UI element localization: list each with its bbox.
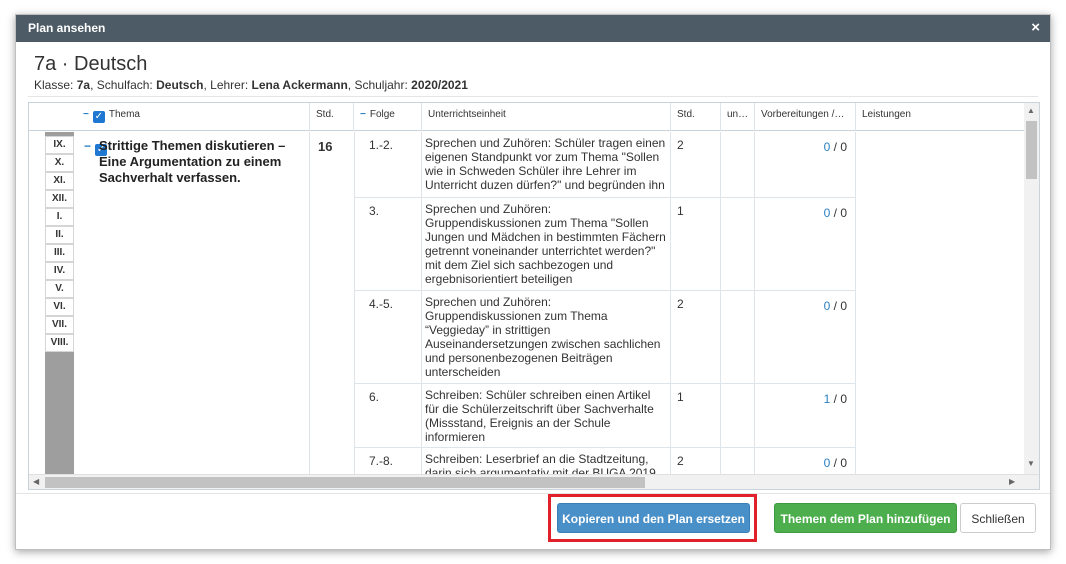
plan-dialog: Plan ansehen × 7a · Deutsch Klasse: 7a, … [15,14,1051,550]
copy-replace-button[interactable]: Kopieren und den Plan ersetzen [557,503,750,533]
header-thema-label: Thema [108,109,140,120]
unterrichtseinheit-cell: Schreiben: Schüler schreiben einen Artik… [422,384,671,447]
table-row[interactable]: 3. Sprechen und Zuhören: Gruppendiskussi… [354,198,856,291]
header-vorbereitungen[interactable]: Vorbereitungen /… [755,103,856,131]
header-un[interactable]: un… [721,103,755,131]
un-cell [721,384,755,447]
checkbox-icon[interactable]: ✓ [92,111,105,123]
folge-cell: 6. [354,384,422,447]
scroll-up-icon[interactable]: ▲ [1027,106,1035,115]
plan-table: − ✓ Thema Std. − Folge Unterrichtseinheit S… [28,102,1040,490]
add-topics-button[interactable]: Themen dem Plan hinzufügen [774,503,957,533]
vorbereitungen-cell: 0 / 0 [755,132,856,197]
header-std-2[interactable]: Std. [671,103,721,131]
unterrichtseinheit-cell: Sprechen und Zuhören: Gruppendiskussione… [422,198,671,290]
klasse-value: 7a [76,78,91,92]
close-icon[interactable]: × [1031,19,1040,36]
month-item[interactable]: XI. [45,172,74,190]
divider [28,96,1038,97]
vorb-total: / 0 [830,140,847,154]
unterrichtseinheit-cell: Sprechen und Zuhören: Schüler tragen ein… [422,132,671,197]
close-button[interactable]: Schließen [960,503,1036,533]
std-cell: 2 [671,291,721,383]
month-item[interactable]: XII. [45,190,74,208]
horizontal-scroll-thumb[interactable] [45,477,645,488]
header-folge-label: Folge [369,109,395,120]
month-item[interactable]: I. [45,208,74,226]
thema-std: 16 [318,139,333,154]
month-item[interactable]: II. [45,226,74,244]
vorb-total: / 0 [830,456,847,470]
header-thema[interactable]: − ✓ Thema [29,103,310,131]
plan-meta: Klasse: 7a, Schulfach: Deutsch, Lehrer: … [34,78,468,92]
month-item[interactable]: VIII. [45,334,74,352]
horizontal-scrollbar[interactable]: ◀ ▶ [29,474,1039,489]
scroll-down-icon[interactable]: ▼ [1027,459,1035,468]
month-item[interactable]: IX. [45,136,74,154]
month-column: IX. X. XI. XII. I. II. III. IV. V. VI. V… [45,132,74,489]
dialog-title: Plan ansehen [28,21,106,35]
month-item[interactable]: III. [45,244,74,262]
table-row[interactable]: 4.-5. Sprechen und Zuhören: Gruppendisku… [354,291,856,384]
vorbereitungen-cell: 1 / 0 [755,384,856,447]
month-item[interactable]: V. [45,280,74,298]
un-cell [721,198,755,290]
thema-title[interactable]: Strittige Themen diskutieren – Eine Argu… [99,138,299,186]
un-cell [721,291,755,383]
collapse-icon[interactable]: − [360,109,366,120]
std-cell: 1 [671,198,721,290]
header-std[interactable]: Std. [310,103,354,131]
header-unterrichtseinheit[interactable]: Unterrichtseinheit [422,103,671,131]
footer-divider [16,493,1050,494]
vorbereitungen-cell: 0 / 0 [755,291,856,383]
schulfach-value: Deutsch [156,78,204,92]
std-cell: 1 [671,384,721,447]
collapse-icon[interactable]: − [83,109,89,120]
collapse-icon[interactable]: − [84,139,91,153]
un-cell [721,132,755,197]
folge-cell: 1.-2. [354,132,422,197]
vorb-total: / 0 [830,206,847,220]
unterrichtseinheit-cell: Sprechen und Zuhören: Gruppendiskussione… [422,291,671,383]
klasse-label: Klasse: [34,78,74,92]
table-row[interactable]: 6. Schreiben: Schüler schreiben einen Ar… [354,384,856,448]
vertical-scrollbar[interactable]: ▲ ▼ [1024,103,1039,475]
schuljahr-label: Schuljahr: [354,78,408,92]
vertical-scroll-thumb[interactable] [1026,121,1037,179]
std-cell: 2 [671,132,721,197]
month-item[interactable]: VII. [45,316,74,334]
plan-title: 7a · Deutsch [34,53,148,75]
dialog-header: Plan ansehen × [16,15,1050,42]
folge-cell: 3. [354,198,422,290]
month-item[interactable]: VI. [45,298,74,316]
lehrer-value: Lena Ackermann [251,78,348,92]
month-item[interactable]: X. [45,154,74,172]
vorb-total: / 0 [830,392,847,406]
schulfach-label: Schulfach: [96,78,153,92]
schuljahr-value: 2020/2021 [411,78,468,92]
month-item[interactable]: IV. [45,262,74,280]
header-folge[interactable]: − Folge [354,103,422,131]
scroll-right-icon[interactable]: ▶ [1009,477,1015,486]
vorb-total: / 0 [830,299,847,313]
table-row[interactable]: 1.-2. Sprechen und Zuhören: Schüler trag… [354,132,856,198]
leistungen-column [856,132,1039,489]
vorbereitungen-cell: 0 / 0 [755,198,856,290]
lehrer-label: Lehrer: [210,78,249,92]
scroll-left-icon[interactable]: ◀ [33,477,39,486]
header-leistungen[interactable]: Leistungen [856,103,1039,131]
folge-cell: 4.-5. [354,291,422,383]
